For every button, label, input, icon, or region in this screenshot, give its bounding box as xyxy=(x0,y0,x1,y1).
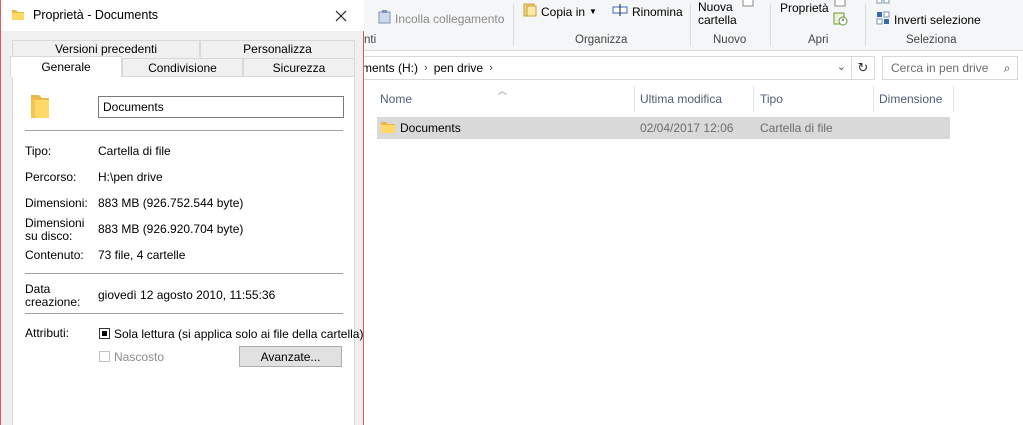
rename-label: Rinomina xyxy=(632,4,683,19)
chevron-down-icon: ▼ xyxy=(589,7,597,16)
ribbon-separator xyxy=(690,4,691,46)
divider xyxy=(25,130,343,131)
general-panel: Tipo: Cartella di file Percorso: H:\pen … xyxy=(12,76,363,425)
dialog-titlebar[interactable]: Proprietà - Documents xyxy=(1,0,364,31)
hidden-label[interactable]: Nascosto xyxy=(114,350,164,364)
column-header-size[interactable]: Dimensione xyxy=(879,86,942,112)
disk-size-label-2: su disco: xyxy=(25,229,73,243)
type-label: Tipo: xyxy=(25,144,52,158)
column-divider[interactable] xyxy=(753,86,754,112)
advanced-button[interactable]: Avanzate... xyxy=(239,346,342,367)
properties-dialog: Proprietà - Documents Versioni precedent… xyxy=(0,0,364,425)
invert-selection-label: Inverti selezione xyxy=(894,12,981,27)
sort-up-icon: ︿ xyxy=(498,86,508,96)
column-divider[interactable] xyxy=(634,86,635,112)
column-divider[interactable] xyxy=(953,86,954,112)
created-label-2: creazione: xyxy=(25,295,81,309)
folder-icon xyxy=(11,8,25,25)
column-header-name[interactable]: Nome xyxy=(380,86,412,112)
chevron-right-icon[interactable]: › xyxy=(483,62,499,74)
properties-label: Proprietà xyxy=(780,1,829,15)
column-divider[interactable] xyxy=(873,86,874,112)
paste-link-button[interactable]: Incolla collegamento xyxy=(378,10,504,27)
file-row[interactable]: Documents 02/04/2017 12:06 Cartella di f… xyxy=(377,117,950,139)
size-label: Dimensioni: xyxy=(25,196,88,210)
close-button[interactable] xyxy=(318,0,364,31)
divider xyxy=(25,273,343,274)
select-group-label: Seleziona xyxy=(906,34,957,46)
tab-sharing[interactable]: Condivisione xyxy=(122,58,243,77)
close-icon xyxy=(335,10,347,21)
breadcrumb-folder[interactable]: pen drive xyxy=(434,61,483,75)
folder-name-input[interactable] xyxy=(98,96,344,118)
search-icon[interactable]: ⌕ xyxy=(997,61,1017,76)
ribbon-separator xyxy=(865,4,866,46)
folder-icon xyxy=(380,120,396,137)
tab-previous-versions[interactable]: Versioni precedenti xyxy=(12,40,200,57)
divider xyxy=(25,313,343,314)
search-box[interactable]: Cerca in pen drive ⌕ xyxy=(882,56,1018,80)
contents-label: Contenuto: xyxy=(25,248,84,262)
copy-to-button[interactable]: Copia in ▼ xyxy=(523,3,597,20)
clipboard-group-label: nti xyxy=(364,34,377,46)
column-header-modified[interactable]: Ultima modifica xyxy=(640,86,722,112)
rename-icon xyxy=(612,3,628,20)
chevron-down-icon[interactable]: ⌄ xyxy=(837,60,846,73)
address-bar[interactable]: ments (H:) › pen drive › ⌄ ↻ xyxy=(355,56,875,80)
type-value: Cartella di file xyxy=(98,144,171,158)
copy-to-label: Copia in xyxy=(541,4,586,19)
select-none-icon[interactable] xyxy=(876,0,890,11)
paste-link-label: Incolla collegamento xyxy=(395,11,505,26)
contents-value: 73 file, 4 cartelle xyxy=(98,248,186,262)
paste-link-icon xyxy=(378,10,391,27)
disk-size-value: 883 MB (926.920.704 byte) xyxy=(98,222,244,236)
file-type: Cartella di file xyxy=(760,121,833,135)
open-icon[interactable] xyxy=(834,0,846,11)
ribbon-separator xyxy=(513,4,514,46)
properties-button[interactable]: Proprietà xyxy=(780,1,829,15)
new-folder-label-2: cartella xyxy=(698,13,737,27)
invert-selection-button[interactable]: Inverti selezione xyxy=(876,11,981,28)
file-modified: 02/04/2017 12:06 xyxy=(640,121,734,135)
path-label: Percorso: xyxy=(25,170,77,184)
history-icon[interactable] xyxy=(833,11,848,29)
tab-general[interactable]: Generale xyxy=(10,56,122,77)
new-group-label: Nuovo xyxy=(713,34,747,46)
tab-customize[interactable]: Personalizza xyxy=(200,40,355,57)
readonly-checkbox[interactable] xyxy=(99,328,110,339)
column-header-type[interactable]: Tipo xyxy=(760,86,783,112)
hidden-checkbox[interactable] xyxy=(99,351,110,362)
new-folder-button[interactable]: Nuova cartella xyxy=(698,1,737,27)
folder-icon xyxy=(27,91,53,124)
attributes-label: Attributi: xyxy=(25,326,70,340)
open-group-label: Apri xyxy=(808,34,829,46)
file-name: Documents xyxy=(400,121,461,135)
size-value: 883 MB (926.752.544 byte) xyxy=(98,196,244,210)
organize-group-label: Organizza xyxy=(575,34,628,46)
tab-row-bottom: Generale Condivisione Sicurezza xyxy=(10,56,355,77)
path-value: H:\pen drive xyxy=(98,170,163,184)
ribbon-separator xyxy=(770,4,771,46)
dialog-title: Proprietà - Documents xyxy=(33,8,159,22)
new-item-icon[interactable] xyxy=(742,0,754,11)
tab-security[interactable]: Sicurezza xyxy=(243,58,355,77)
copy-to-icon xyxy=(523,3,537,20)
invert-selection-icon xyxy=(876,11,890,28)
rename-button[interactable]: Rinomina xyxy=(612,3,683,20)
chevron-right-icon[interactable]: › xyxy=(418,62,434,74)
search-input[interactable]: Cerca in pen drive xyxy=(883,61,997,75)
breadcrumb-drive[interactable]: ments (H:) xyxy=(356,61,418,75)
readonly-label[interactable]: Sola lettura (si applica solo ai file de… xyxy=(114,327,363,341)
refresh-icon[interactable]: ↻ xyxy=(851,57,874,79)
created-value: giovedì 12 agosto 2010, 11:55:36 xyxy=(98,288,276,302)
tab-row-top: Versioni precedenti Personalizza xyxy=(12,40,355,57)
